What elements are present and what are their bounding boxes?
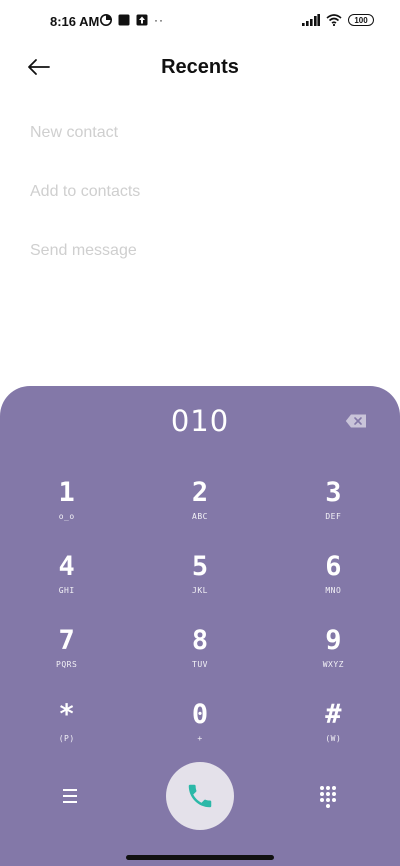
battery-indicator: 100 <box>348 14 374 26</box>
key-letters: JKL <box>192 586 208 595</box>
key-letters: TUV <box>192 660 208 669</box>
keypad-row: 4 GHI 5 JKL 6 MNO <box>0 552 400 626</box>
status-notification-icons: ·· <box>100 14 164 26</box>
backspace-icon[interactable] <box>345 414 367 428</box>
key-6[interactable]: 6 MNO <box>267 552 400 626</box>
key-8[interactable]: 8 TUV <box>133 626 266 700</box>
page-title: Recents <box>161 56 239 78</box>
send-message-option[interactable]: Send message <box>30 238 140 297</box>
key-letters: (P) <box>58 734 75 743</box>
add-to-contacts-option[interactable]: Add to contacts <box>30 179 140 238</box>
status-system-icons: 100 <box>302 14 374 26</box>
keypad-row: 7 PQRS 8 TUV 9 WXYZ <box>0 626 400 700</box>
key-digit: 0 <box>191 699 209 730</box>
key-letters: + <box>197 734 203 743</box>
key-letters: WXYZ <box>322 660 344 669</box>
key-4[interactable]: 4 GHI <box>0 552 133 626</box>
key-letters: (W) <box>325 734 342 743</box>
dialpad-panel: 010 1 o_o 2 ABC 3 DEF 4 GHI 5 JKL 6 MNO … <box>0 386 400 866</box>
key-letters: PQRS <box>56 660 78 669</box>
dialpad-grid-icon[interactable] <box>318 784 338 808</box>
key-digit: 7 <box>58 625 75 656</box>
key-digit: 6 <box>325 551 342 582</box>
key-2[interactable]: 2 ABC <box>133 478 266 552</box>
keypad-row: 1 o_o 2 ABC 3 DEF <box>0 478 400 552</box>
keypad: 1 o_o 2 ABC 3 DEF 4 GHI 5 JKL 6 MNO 7 PQ… <box>0 478 400 774</box>
key-digit: 8 <box>191 625 209 656</box>
header: Recents <box>0 44 400 94</box>
contact-actions-menu: New contact Add to contacts Send message <box>30 120 140 297</box>
hamburger-menu-icon[interactable] <box>56 786 84 806</box>
signal-icon <box>302 14 320 26</box>
key-7[interactable]: 7 PQRS <box>0 626 133 700</box>
new-contact-option[interactable]: New contact <box>30 120 140 179</box>
key-9[interactable]: 9 WXYZ <box>267 626 400 700</box>
key-digit: 2 <box>191 477 209 508</box>
key-digit: * <box>58 699 75 730</box>
key-3[interactable]: 3 DEF <box>267 478 400 552</box>
key-letters: MNO <box>325 586 342 595</box>
key-letters: DEF <box>325 512 342 521</box>
app-notification-icon <box>118 14 130 26</box>
home-indicator[interactable] <box>126 855 274 860</box>
upload-notification-icon <box>136 14 148 26</box>
key-5[interactable]: 5 JKL <box>133 552 266 626</box>
battery-level: 100 <box>354 15 368 25</box>
key-letters: ABC <box>192 512 208 521</box>
key-digit: 5 <box>191 551 209 582</box>
key-digit: # <box>325 699 342 730</box>
key-digit: 9 <box>325 625 342 656</box>
key-letters: o_o <box>58 512 75 521</box>
key-letters: GHI <box>58 586 75 595</box>
status-time: 8:16 AM <box>50 14 100 29</box>
data-saver-icon <box>100 14 112 26</box>
call-button[interactable] <box>166 762 234 830</box>
wifi-icon <box>326 14 342 26</box>
status-bar: 8:16 AM ·· 100 <box>0 0 400 44</box>
key-digit: 1 <box>58 477 75 508</box>
dialed-number: 010 <box>170 404 230 438</box>
key-digit: 3 <box>325 477 342 508</box>
more-notifications-icon: ·· <box>154 13 164 27</box>
dialpad-bottom-controls <box>0 762 400 832</box>
key-digit: 4 <box>58 551 75 582</box>
key-1[interactable]: 1 o_o <box>0 478 133 552</box>
phone-icon <box>188 784 212 808</box>
